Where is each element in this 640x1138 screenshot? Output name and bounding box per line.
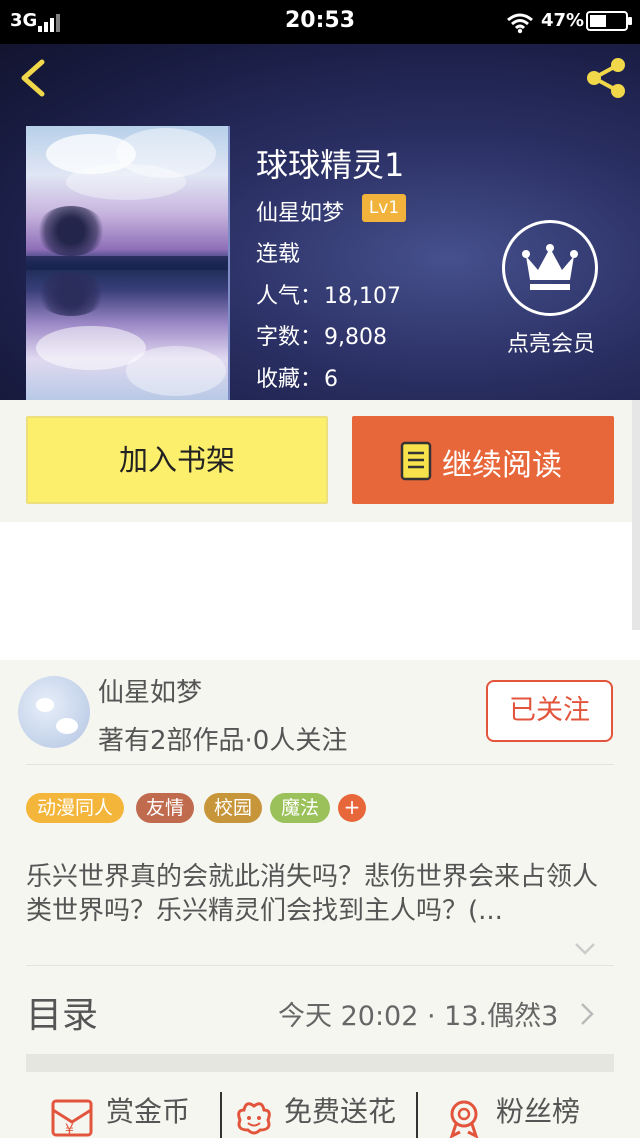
vip-label: 点亮会员 [506,332,595,357]
divider [220,1092,222,1138]
coin-envelope-icon: ¥ [51,1099,93,1138]
reward-coins-button[interactable]: ¥ 赏金币 [50,1084,210,1138]
book-cover[interactable] [26,126,230,400]
svg-text:¥: ¥ [65,1122,74,1138]
book-header: 球球精灵1 仙星如梦 Lv1 连载 人气：18,107 字数：9,808 收藏：… [0,44,640,400]
send-flower-button[interactable]: 免费送花 [234,1084,414,1138]
battery-percent: 47% [541,10,585,31]
book-title: 球球精灵1 [256,146,405,184]
author-card-meta: 著有2部作品·0人关注 [98,726,348,756]
crown-icon [522,244,578,290]
blank-area [0,522,640,660]
action-bar: 加入书架 继续阅读 [0,400,640,522]
status-bar: 3G 20:53 47% [0,0,640,44]
add-to-shelf-button[interactable]: 加入书架 [26,416,328,504]
tag-anime-fanfic[interactable]: 动漫同人 [26,793,124,823]
bottom-actions: ¥ 赏金币 免费送花 粉丝榜 [0,1084,640,1138]
share-icon[interactable] [582,56,630,100]
book-author[interactable]: 仙星如梦 [256,195,344,227]
section-divider [26,1054,614,1072]
chevron-right-icon[interactable] [580,1002,594,1026]
continue-reading-label: 继续阅读 [442,448,562,483]
catalog-title[interactable]: 目录 [26,986,98,1038]
add-tag-button[interactable]: + [338,794,366,822]
tag-friendship[interactable]: 友情 [136,793,194,823]
author-section: 仙星如梦 著有2部作品·0人关注 已关注 动漫同人 友情 校园 魔法 + 乐兴世… [0,660,640,1138]
wifi-icon [507,13,533,34]
cover-tree-graphic [36,206,106,256]
flower-icon [237,1102,271,1135]
latest-chapter[interactable]: 今天 20:02 · 13.偶然3 [278,994,558,1033]
stat-popularity: 人气：18,107 [256,284,401,309]
chevron-left-icon[interactable] [14,58,54,98]
vip-button[interactable]: 点亮会员 [496,220,606,360]
follow-button[interactable]: 已关注 [486,680,613,742]
scrollbar[interactable] [632,400,640,630]
battery-icon [586,11,632,31]
serial-status: 连载 [256,242,301,267]
author-card-name[interactable]: 仙星如梦 [98,672,202,709]
avatar[interactable] [18,676,90,748]
divider [26,965,614,966]
battery-fill [590,15,606,27]
divider [26,764,614,765]
author-level-badge: Lv1 [362,194,406,222]
stat-favorites: 收藏：6 [256,367,339,392]
chevron-down-icon[interactable] [574,942,596,956]
stat-word-count: 字数：9,808 [256,325,387,350]
book-icon [400,441,432,481]
tag-campus[interactable]: 校园 [204,793,262,823]
tag-magic[interactable]: 魔法 [270,793,330,823]
book-intro[interactable]: 乐兴世界真的会就此消失吗？悲伤世界会来占领人类世界吗？乐兴精灵们会找到主人吗？(… [26,860,618,928]
divider [416,1092,418,1138]
fan-ranking-button[interactable]: 粉丝榜 [444,1084,604,1138]
medal-icon [449,1100,479,1138]
continue-reading-button[interactable]: 继续阅读 [352,416,614,504]
